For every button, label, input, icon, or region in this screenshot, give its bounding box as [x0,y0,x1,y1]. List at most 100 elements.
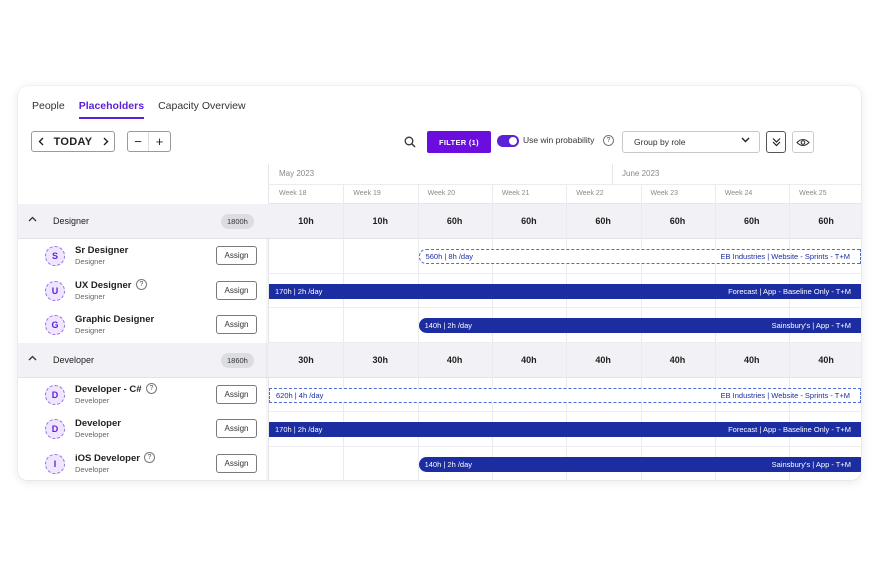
group-week-hours: 40h [818,354,834,365]
week-label: Week 25 [799,190,827,197]
chevron-up-icon[interactable] [28,214,37,225]
placeholder-name: Developer [75,418,121,429]
assign-button[interactable]: Assign [216,315,257,334]
allocation-bar[interactable]: 170h | 2h /day Forecast | App - Baseline … [269,422,861,437]
allocation-bar[interactable]: 140h | 2h /day Sainsbury's | App - T+M [418,318,861,333]
zoom-controls: − + [127,131,171,152]
avatar: G [45,315,65,335]
week-divider [714,342,716,378]
week-divider [640,342,642,378]
question-icon[interactable]: ? [603,135,614,146]
week-divider [343,239,345,274]
placeholder-info: G Graphic Designer Designer Assign [18,308,268,343]
placeholder-name: Graphic Designer [75,314,155,325]
date-navigation: TODAY [31,131,115,152]
assign-button[interactable]: Assign [216,384,257,404]
collapse-all-button[interactable] [766,131,786,153]
placeholder-row: IiOS Developer Developer Assign? 140h | 2h … [18,446,861,480]
zoom-in-button[interactable]: + [149,132,170,151]
avatar: D [45,419,65,439]
placeholder-role: Developer [75,464,110,474]
group-by-value: Group by role [634,137,686,147]
week-divider [343,185,345,204]
week-label: Week 21 [501,190,530,197]
group-week-hours: 40h [669,354,686,365]
week-label: Week 18 [279,190,307,197]
assign-button[interactable]: Assign [216,453,257,473]
week-divider [566,185,568,204]
week-divider [343,342,345,378]
placeholder-info: D Developer Developer Assign [18,412,268,447]
week-label: Week 24 [724,190,753,197]
week-divider [566,342,568,378]
search-icon[interactable] [400,132,420,152]
placeholder-role: Developer [75,395,110,405]
week-header: Week 18 Week 19 Week 20 Week 21 Week 22 Week … [269,185,861,204]
schedule-grid: May 2023 June 2023 Week 18 Week 19 Week 20… [18,164,861,480]
question-icon[interactable]: ? [136,278,147,290]
allocation-bar[interactable]: 140h | 2h /day Sainsbury's | App - T+M [418,456,861,472]
group-week-hours: 60h [818,216,834,226]
chevron-right-icon[interactable] [97,132,114,151]
week-label: Week 19 [353,190,381,197]
tab-placeholders[interactable]: Placeholders [78,100,145,119]
question-icon[interactable]: ? [144,451,155,463]
week-divider [789,185,791,204]
group-row-designer: Designer 1800h 10h 10h 60h 60h 60h 60h 60h 60h [18,204,861,239]
group-week-hours: 60h [595,216,611,226]
eye-icon[interactable] [792,131,814,153]
week-label: Week 23 [650,190,679,197]
placeholder-name: UX Designer [75,279,132,291]
chevron-down-icon [741,135,750,146]
week-label: Week 20 [427,190,456,197]
group-week-hours: 10h [372,216,389,226]
allocation-hours: 140h | 2h /day [424,321,472,330]
month-header: May 2023 June 2023 [269,164,861,185]
avatar: U [45,280,65,301]
scheduler-card: People Placeholders Capacity Overview TO… [18,86,861,480]
placeholder-name: Developer - C# [75,383,142,395]
week-divider [789,204,791,239]
chevron-left-icon[interactable] [32,132,49,151]
group-row-developer: Developer 1860h 30h 30h 40h 40h 40h 40h 40h 40h [18,342,861,378]
avatar: S [45,246,65,266]
tab-people[interactable]: People [32,100,65,119]
today-button[interactable]: TODAY [49,132,97,151]
month-divider [612,164,613,185]
group-week-hours: 60h [521,216,537,226]
week-divider [343,446,345,480]
assign-button[interactable]: Assign [216,280,257,300]
zoom-out-button[interactable]: − [128,132,149,151]
allocation-bar[interactable]: 560h | 8h /day EB Industries | Website - … [418,249,861,264]
placeholder-row: D Developer Developer Assign 170h | 2h /day F… [18,412,861,447]
allocation-hours: 140h | 2h /day [424,459,472,469]
week-divider [417,204,419,239]
tab-capacity-overview[interactable]: Capacity Overview [158,100,246,119]
question-icon[interactable]: ? [146,382,157,394]
group-week-hours: 40h [521,354,537,365]
placeholder-role: Designer [75,291,106,301]
week-divider [491,342,493,378]
week-divider [566,204,568,239]
group-week-hours: 10h [298,216,314,226]
group-week-hours: 60h [669,216,686,226]
assign-button[interactable]: Assign [216,246,257,265]
filter-button[interactable]: FILTER (1) [427,131,491,153]
avatar: I [45,453,65,474]
group-name: Designer [53,216,90,226]
chevron-up-icon[interactable] [28,353,37,364]
group-total-badge: 1860h [221,352,254,368]
group-total-badge: 1800h [221,214,254,229]
week-divider [789,342,791,378]
group-name: Developer [53,354,95,365]
group-by-select[interactable]: Group by role [622,131,760,153]
placeholder-name: iOS Developer [75,452,140,464]
placeholder-name: Sr Designer [75,245,129,256]
assign-button[interactable]: Assign [216,419,257,438]
win-probability-toggle[interactable] [497,135,519,147]
allocation-bar[interactable]: 620h | 4h /day EB Industries | Website - … [269,387,861,403]
allocation-bar[interactable]: 170h | 2h /day Forecast | App - Baseline … [269,283,861,299]
placeholder-info: IiOS Developer Developer Assign [18,446,268,480]
placeholder-row: D Developer - C# Developer Assign? 620h | 4h… [18,377,861,412]
view-tabs: People Placeholders Capacity Overview [32,100,246,119]
